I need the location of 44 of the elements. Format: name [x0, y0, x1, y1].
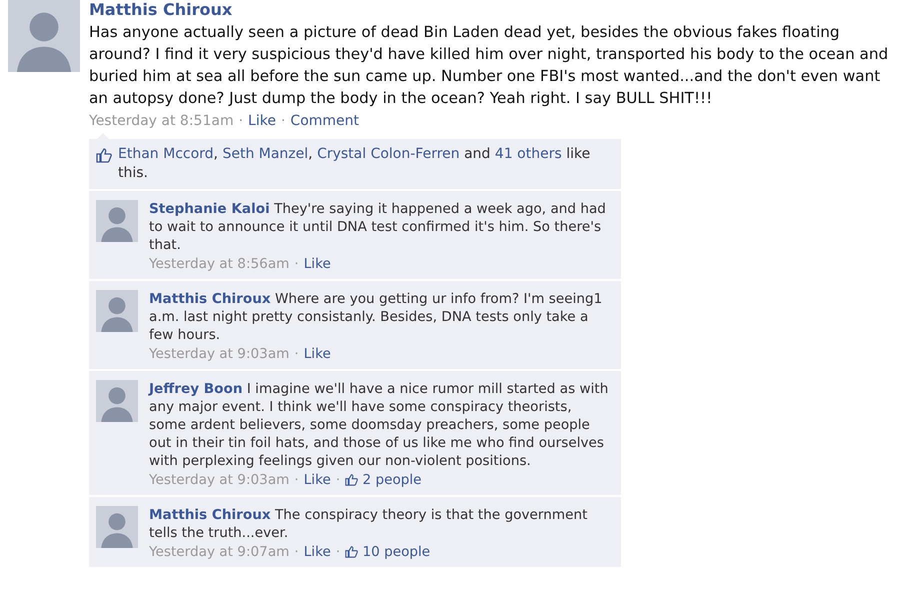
avatar-silhouette[interactable]	[96, 506, 138, 548]
comment-text: Stephanie Kaloi They're saying it happened a week ago, and had to wait to announce it until DNA test confirmed it's him. So there's that.	[149, 200, 607, 254]
avatar-silhouette[interactable]	[96, 200, 138, 242]
author-link[interactable]: Stephanie Kaloi	[149, 201, 270, 217]
person-link[interactable]: Seth Manzel	[222, 146, 308, 162]
separator-dot: ·	[238, 113, 244, 129]
person-link[interactable]: Ethan Mccord	[118, 146, 214, 162]
separator-dot: ·	[294, 345, 299, 363]
separator-dot: ·	[280, 113, 286, 129]
likes-count-link[interactable]: 2 people	[345, 471, 422, 489]
like-link[interactable]: Like	[304, 471, 331, 489]
thumbs-up-icon	[345, 545, 358, 558]
likes-count-link[interactable]: 10 people	[345, 543, 430, 561]
avatar-silhouette[interactable]	[8, 0, 80, 72]
person-link[interactable]: 41 others	[494, 146, 562, 162]
author-link[interactable]: Matthis Chiroux	[89, 0, 232, 20]
author-link[interactable]: Jeffrey Boon	[149, 381, 243, 397]
separator-dot: ·	[294, 255, 299, 273]
avatar-silhouette[interactable]	[96, 380, 138, 422]
timestamp: Yesterday at 8:56am	[149, 255, 290, 273]
avatar-silhouette[interactable]	[96, 290, 138, 332]
separator-dot: ·	[336, 471, 340, 489]
separator-dot: ·	[294, 543, 299, 561]
likes-sentence: Ethan Mccord, Seth Manzel, Crystal Colon-Ferren and 41 others like this.	[118, 145, 592, 183]
timestamp: Yesterday at 9:07am	[149, 543, 290, 561]
like-link[interactable]: Like	[304, 255, 331, 273]
person-link[interactable]: Crystal Colon-Ferren	[317, 146, 460, 162]
separator-dot: ·	[294, 471, 299, 489]
comment-text: Matthis Chiroux Where are you getting ur info from? I'm seeing1 a.m. last night pretty consistanly. Besides, DNA tests only take a few hours.	[149, 290, 604, 344]
separator-dot: ·	[336, 543, 340, 561]
thumbs-up-icon	[96, 147, 112, 163]
author-link[interactable]: Matthis Chiroux	[149, 291, 271, 307]
like-link[interactable]: Like	[304, 345, 331, 363]
author-link[interactable]: Matthis Chiroux	[149, 507, 271, 523]
comment-text: Matthis Chiroux The conspiracy theory is that the government tells the truth...ever.	[149, 506, 588, 542]
timestamp: Yesterday at 9:03am	[149, 471, 290, 489]
comment-link[interactable]: Comment	[290, 113, 360, 129]
post-text: Has anyone actually seen a picture of dead Bin Laden dead yet, besides the obvious fakes floating around? I find it very suspicious they'd have killed him over night, transported his body to the ocean and buried him at sea all before the sun came up. Number one FBI's most wanted...and the don't even want an autopsy done? Just dump the body in the ocean? Yeah right. I say BULL SHIT!!!	[89, 22, 890, 109]
timestamp: Yesterday at 9:03am	[149, 345, 290, 363]
like-link[interactable]: Like	[248, 113, 276, 129]
timestamp: Yesterday at 8:51am	[89, 113, 234, 129]
like-link[interactable]: Like	[304, 543, 331, 561]
comment-text: Jeffrey Boon I imagine we'll have a nice rumor mill started as with any major event. I think we'll have some conspiracy theorists, some ardent believers, some doomsday preachers, some people out in their tin foil hats, and those of us like me who find ourselves with perplexing feelings given our non-violent positions.	[149, 380, 610, 470]
thumbs-up-icon	[345, 473, 358, 486]
